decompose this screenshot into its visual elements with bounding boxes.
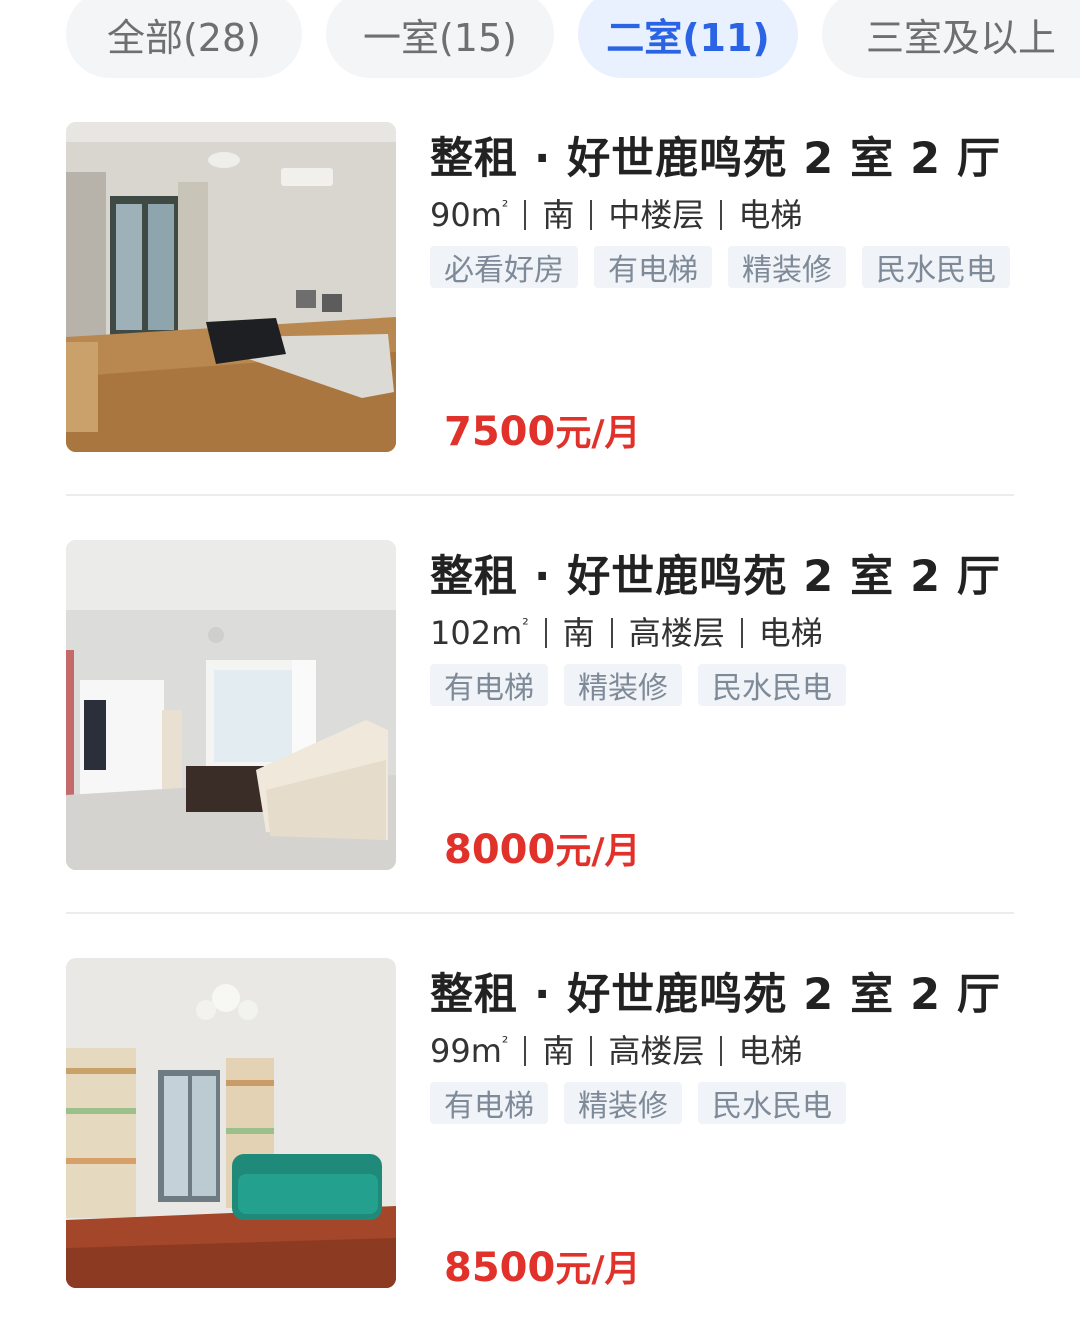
listing-tag: 民水民电 [698, 1082, 846, 1124]
listing-tags: 有电梯 精装修 民水民电 [430, 1082, 846, 1124]
listing-photo[interactable] [66, 958, 396, 1288]
listing-tag: 精装修 [564, 1082, 682, 1124]
listing-photo[interactable] [66, 540, 396, 870]
filter-chip-one-room[interactable]: 一室(15) [326, 0, 554, 78]
listing-price: 8000元/月 [444, 822, 640, 874]
listing-floor: 高楼层 [628, 614, 725, 652]
listing-orientation: 南 [542, 196, 575, 234]
listing-area: 102m [430, 614, 523, 652]
listing-floor: 高楼层 [608, 1032, 705, 1070]
divider [66, 912, 1014, 914]
separator [590, 200, 593, 230]
living-room-photo-icon [66, 540, 396, 870]
divider [66, 494, 1014, 496]
listing-tag: 有电梯 [594, 246, 712, 288]
listing-tags: 必看好房 有电梯 精装修 民水民电 [430, 246, 1010, 288]
listing-meta: 90m² 南中楼层 电梯 [430, 190, 802, 236]
listing-title: 整租 · 好世鹿鸣苑 2 室 2 厅 [430, 970, 1001, 1020]
listing-title: 整租 · 好世鹿鸣苑 2 室 2 厅 [430, 552, 1001, 602]
listing-tag: 精装修 [564, 664, 682, 706]
separator [720, 1036, 723, 1066]
filter-chip-two-room[interactable]: 二室(11) [578, 0, 798, 78]
separator [610, 618, 613, 648]
price-value: 7500 [444, 409, 556, 455]
listing-tag: 必看好房 [430, 246, 578, 288]
area-unit: ² [501, 197, 509, 216]
listing-orientation: 南 [542, 1032, 575, 1070]
filter-chip-three-plus[interactable]: 三室及以上 [822, 0, 1080, 78]
listing-photo[interactable] [66, 122, 396, 452]
listing-elevator: 电梯 [738, 1032, 803, 1070]
living-room-photo-icon [66, 958, 396, 1288]
price-unit: 元/月 [555, 413, 641, 454]
listing-elevator: 电梯 [738, 196, 803, 234]
separator [590, 1036, 593, 1066]
listing-tag: 精装修 [728, 246, 846, 288]
listing-price: 7500元/月 [444, 404, 640, 456]
listing-area: 90m [430, 196, 502, 234]
area-unit: ² [501, 1033, 509, 1052]
listing-meta: 102m² 南高楼层 电梯 [430, 608, 823, 654]
listing-meta: 99m² 南高楼层 电梯 [430, 1026, 802, 1072]
listing-tag: 民水民电 [862, 246, 1010, 288]
listing-tag: 有电梯 [430, 664, 548, 706]
listing-price: 8500元/月 [444, 1240, 640, 1292]
separator [720, 200, 723, 230]
listing-tag: 有电梯 [430, 1082, 548, 1124]
separator [544, 618, 547, 648]
separator [524, 200, 527, 230]
separator [524, 1036, 527, 1066]
listing-orientation: 南 [562, 614, 595, 652]
listing-card[interactable]: 整租 · 好世鹿鸣苑 2 室 2 厅 99m² 南高楼层 电梯 有电梯 精装修 民水… [66, 958, 1014, 1291]
listing-title: 整租 · 好世鹿鸣苑 2 室 2 厅 [430, 134, 1001, 184]
room-filter-bar: 全部(28) 一室(15) 二室(11) 三室及以上 [0, 0, 1080, 100]
area-unit: ² [522, 615, 529, 634]
price-value: 8000 [444, 827, 556, 873]
listing-tags: 有电梯 精装修 民水民电 [430, 664, 846, 706]
listing-card[interactable]: 整租 · 好世鹿鸣苑 2 室 2 厅 102m² 南高楼层 电梯 有电梯 精装修 民… [66, 540, 1014, 873]
listing-area: 99m [430, 1032, 502, 1070]
listing-elevator: 电梯 [758, 614, 823, 652]
living-room-photo-icon [66, 122, 396, 452]
listing-card[interactable]: 整租 · 好世鹿鸣苑 2 室 2 厅 90m² 南中楼层 电梯 必看好房 有电梯 精… [66, 122, 1014, 455]
listing-floor: 中楼层 [608, 196, 705, 234]
price-value: 8500 [444, 1245, 556, 1291]
price-unit: 元/月 [555, 831, 641, 872]
listing-tag: 民水民电 [698, 664, 846, 706]
price-unit: 元/月 [555, 1249, 641, 1290]
separator [740, 618, 743, 648]
filter-chip-all[interactable]: 全部(28) [66, 0, 302, 78]
